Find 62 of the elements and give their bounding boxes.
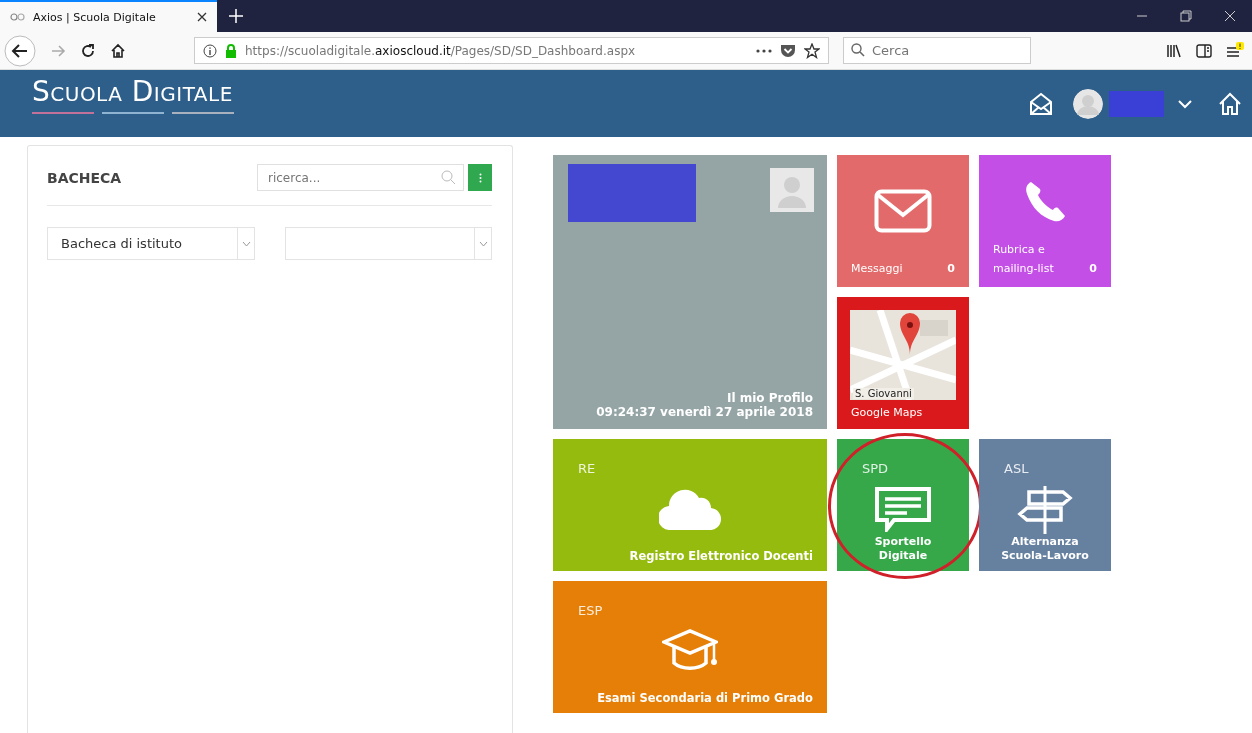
map-tile[interactable]: S. Giovanni Google Maps	[837, 297, 969, 429]
tile-title: Il mio Profilo	[727, 391, 813, 405]
panel-title: BACHECA	[47, 169, 122, 186]
envelope-icon	[874, 189, 932, 233]
close-tab-icon[interactable]	[197, 12, 207, 22]
search-field[interactable]: Cerca	[843, 37, 1031, 64]
map-label: S. Giovanni	[853, 388, 914, 399]
phone-icon	[1023, 179, 1067, 224]
sidebar-icon[interactable]	[1196, 43, 1212, 58]
signpost-icon	[1017, 486, 1073, 534]
lock-icon	[225, 43, 237, 58]
contacts-tile[interactable]: Rubrica e mailing-list 0	[979, 155, 1111, 287]
tile-code: ESP	[577, 602, 604, 618]
restore-icon[interactable]	[1180, 10, 1192, 22]
star-icon[interactable]	[804, 42, 820, 59]
tile-label: Sportello Digitale	[873, 535, 933, 564]
chevron-down-icon	[478, 240, 488, 247]
logo[interactable]: Scuola Digitale	[32, 70, 234, 114]
browser-tab[interactable]: Axios | Scuola Digitale	[0, 0, 217, 32]
back-icon[interactable]	[4, 34, 36, 67]
close-icon[interactable]	[1224, 10, 1236, 22]
tile-label: Messaggi	[851, 261, 904, 277]
messages-tile[interactable]: Messaggi 0	[837, 155, 969, 287]
chevron-down-icon	[241, 240, 251, 247]
site-logo-icon	[10, 11, 26, 23]
library-icon[interactable]	[1166, 43, 1182, 58]
reload-icon[interactable]	[80, 42, 96, 59]
register-tile[interactable]: RE Registro Elettronico Docenti	[553, 439, 827, 571]
tile-label: Esami Secondaria di Primo Grado	[596, 691, 814, 707]
chat-bubble-icon	[874, 486, 932, 532]
search-icon	[441, 170, 456, 185]
exams-tile[interactable]: ESP Esami Secondaria di Primo Grado	[553, 581, 827, 713]
count: 0	[947, 261, 955, 277]
chevron-down-icon[interactable]	[1178, 98, 1192, 109]
profile-tile[interactable]: Il mio Profilo 09:24:37 venerdì 27 aprile 2018	[553, 155, 827, 429]
more-icon[interactable]	[756, 48, 772, 53]
info-icon[interactable]	[203, 43, 217, 58]
search-icon	[851, 43, 865, 57]
avatar[interactable]	[1073, 88, 1103, 119]
search-field[interactable]: ricerca...	[257, 164, 464, 191]
desk-tile[interactable]: SPD Sportello Digitale	[837, 439, 969, 571]
tile-label: Registro Elettronico Docenti	[628, 549, 814, 565]
redacted-block	[1109, 90, 1164, 117]
envelope-icon[interactable]	[1029, 91, 1053, 116]
home-icon[interactable]	[110, 42, 126, 59]
graduation-cap-icon	[662, 628, 718, 672]
pocket-icon[interactable]	[780, 43, 796, 58]
dropdown[interactable]: Bacheca di istituto	[47, 227, 255, 260]
menu-icon[interactable]	[1226, 41, 1244, 60]
new-tab-icon[interactable]	[229, 9, 243, 23]
date-time: 09:24:37 venerdì 27 aprile 2018	[596, 405, 813, 419]
tile-code: ASL	[1003, 460, 1030, 476]
more-icon	[478, 172, 482, 183]
worklink-tile[interactable]: ASL Alternanza Scuola-Lavoro	[979, 439, 1111, 571]
tile-code: SPD	[861, 460, 890, 476]
tile-code: RE	[577, 460, 597, 476]
tile-label: Alternanza Scuola-Lavoro	[1000, 535, 1090, 564]
tile-label: Google Maps	[850, 405, 924, 419]
tile-label: Rubrica e mailing-list	[993, 242, 1055, 277]
address-bar[interactable]: https://scuoladigitale.axioscloud.it/Pages/SD/SD_Dashboard.aspx	[194, 37, 829, 64]
count: 0	[1089, 261, 1097, 277]
avatar-icon	[770, 168, 814, 212]
